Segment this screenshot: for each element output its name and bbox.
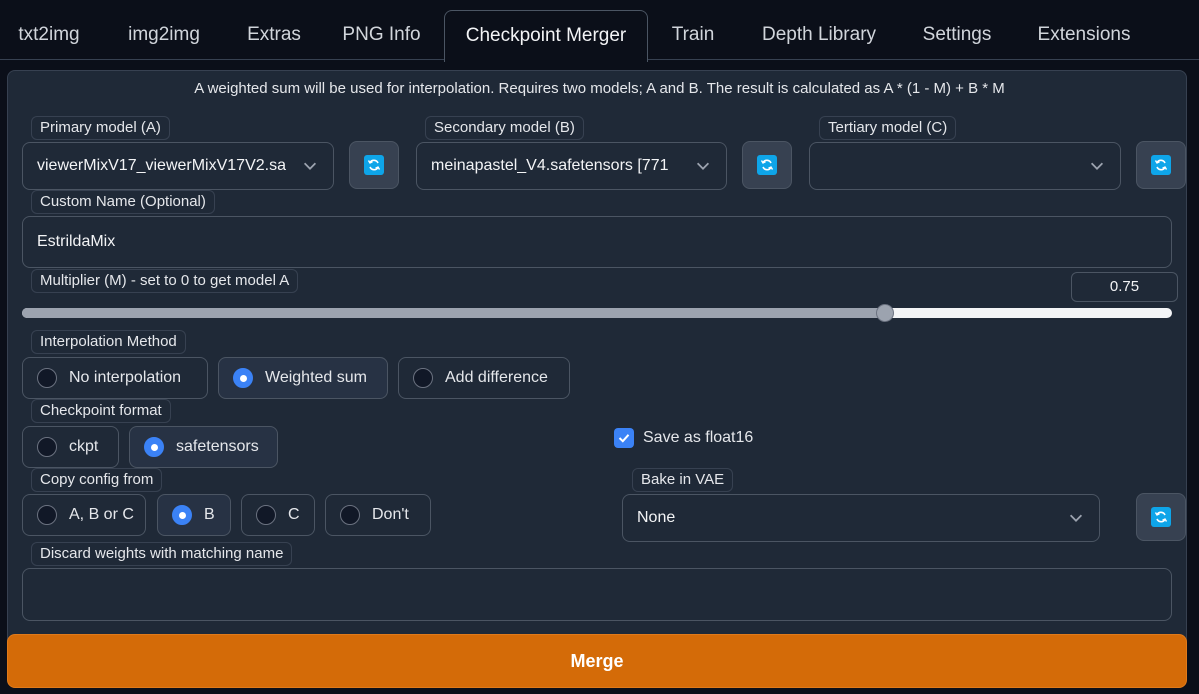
chevron-down-icon [303, 162, 317, 170]
merge-button[interactable]: Merge [7, 634, 1187, 688]
secondary-model-value: meinapastel_V4.safetensors [771 [431, 157, 669, 174]
multiplier-slider-fill [22, 308, 885, 318]
tab-checkpoint-merger[interactable]: Checkpoint Merger [444, 10, 648, 62]
radio-label: A, B or C [69, 506, 134, 523]
refresh-icon [1151, 155, 1171, 175]
tab-txt2img[interactable]: txt2img [4, 10, 94, 60]
multiplier-slider-track[interactable] [22, 308, 1172, 318]
radio-circle-selected [144, 437, 164, 457]
save-float16-label: Save as float16 [643, 429, 754, 446]
tab-settings[interactable]: Settings [910, 10, 1004, 60]
radio-ckpt[interactable]: ckpt [22, 426, 119, 468]
secondary-model-dropdown[interactable]: meinapastel_V4.safetensors [771 [416, 142, 727, 190]
primary-refresh-button[interactable] [349, 141, 399, 189]
tertiary-refresh-button[interactable] [1136, 141, 1186, 189]
interpolation-method-label: Interpolation Method [31, 330, 186, 354]
radio-circle [256, 505, 276, 525]
radio-safetensors[interactable]: safetensors [129, 426, 278, 468]
refresh-icon [757, 155, 777, 175]
radio-circle [413, 368, 433, 388]
radio-label: Weighted sum [265, 369, 367, 386]
radio-copy-dont[interactable]: Don't [325, 494, 431, 536]
info-text: A weighted sum will be used for interpol… [194, 80, 1005, 97]
tab-depth-library[interactable]: Depth Library [746, 10, 892, 60]
radio-copy-abc[interactable]: A, B or C [22, 494, 146, 536]
radio-label: B [204, 506, 215, 523]
discard-weights-label: Discard weights with matching name [31, 542, 293, 566]
radio-circle-selected [172, 505, 192, 525]
radio-no-interpolation[interactable]: No interpolation [22, 357, 208, 399]
multiplier-number-input[interactable]: 0.75 [1071, 272, 1178, 302]
tab-img2img[interactable]: img2img [112, 10, 216, 60]
tertiary-model-dropdown[interactable] [809, 142, 1121, 190]
bake-vae-value: None [637, 509, 676, 526]
primary-model-dropdown[interactable]: viewerMixV17_viewerMixV17V2.sa [22, 142, 334, 190]
radio-weighted-sum[interactable]: Weighted sum [218, 357, 388, 399]
tab-bar: txt2img img2img Extras PNG Info Checkpoi… [0, 0, 1199, 62]
multiplier-label: Multiplier (M) - set to 0 to get model A [31, 269, 299, 293]
radio-circle [37, 505, 57, 525]
primary-model-label: Primary model (A) [31, 116, 170, 140]
bake-vae-refresh-button[interactable] [1136, 493, 1186, 541]
bake-vae-label: Bake in VAE [632, 468, 734, 492]
radio-label: Don't [372, 506, 409, 523]
custom-name-label: Custom Name (Optional) [31, 190, 215, 214]
radio-label: safetensors [176, 438, 259, 455]
tab-train[interactable]: Train [660, 10, 726, 60]
chevron-down-icon [1090, 162, 1104, 170]
radio-copy-b[interactable]: B [157, 494, 231, 536]
primary-model-value: viewerMixV17_viewerMixV17V2.sa [37, 157, 286, 174]
multiplier-slider-thumb[interactable] [875, 304, 894, 322]
radio-circle [340, 505, 360, 525]
radio-copy-c[interactable]: C [241, 494, 315, 536]
radio-circle [37, 437, 57, 457]
refresh-icon [364, 155, 384, 175]
radio-label: ckpt [69, 438, 99, 455]
secondary-refresh-button[interactable] [742, 141, 792, 189]
tertiary-model-label: Tertiary model (C) [819, 116, 957, 140]
discard-weights-input[interactable] [22, 568, 1172, 621]
secondary-model-label: Secondary model (B) [425, 116, 584, 140]
chevron-down-icon [1069, 514, 1083, 522]
save-float16-checkbox[interactable] [614, 428, 634, 448]
refresh-icon [1151, 507, 1171, 527]
radio-label: Add difference [445, 369, 548, 386]
checkpoint-format-label: Checkpoint format [31, 399, 171, 423]
check-icon [618, 434, 630, 443]
chevron-down-icon [696, 162, 710, 170]
radio-circle-selected [233, 368, 253, 388]
copy-config-label: Copy config from [31, 468, 163, 492]
radio-label: C [288, 506, 300, 523]
radio-label: No interpolation [69, 369, 182, 386]
bake-vae-dropdown[interactable]: None [622, 494, 1100, 542]
tab-extras[interactable]: Extras [233, 10, 315, 60]
radio-circle [37, 368, 57, 388]
tab-png-info[interactable]: PNG Info [330, 10, 433, 60]
radio-add-difference[interactable]: Add difference [398, 357, 570, 399]
custom-name-input[interactable]: EstrildaMix [22, 216, 1172, 268]
tab-extensions[interactable]: Extensions [1024, 10, 1144, 60]
